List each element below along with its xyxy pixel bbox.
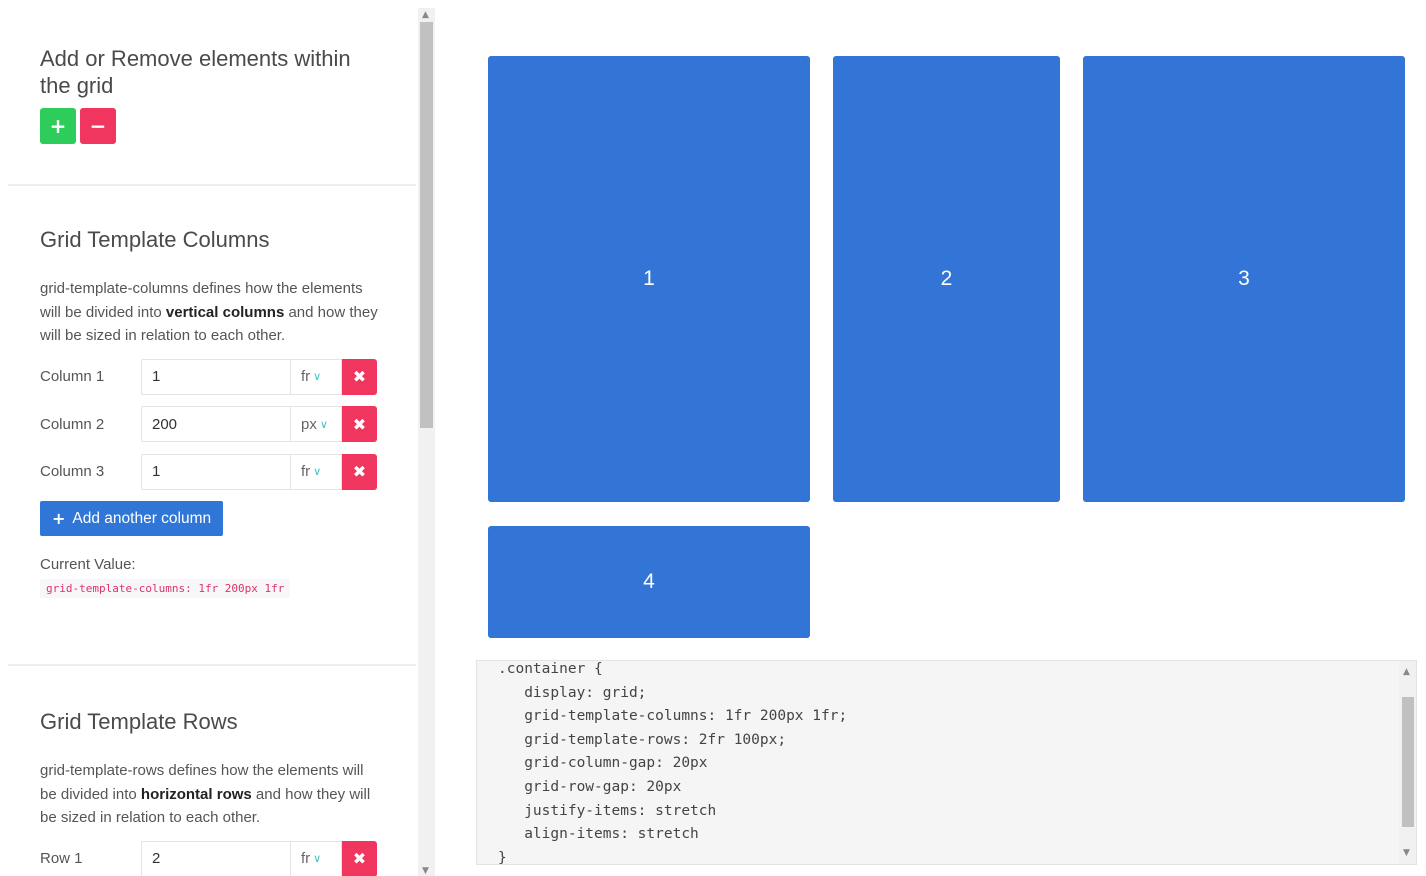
delete-column-button[interactable]: ✖	[342, 358, 377, 395]
scrollbar-thumb[interactable]	[420, 22, 433, 428]
column-label: Column 1	[40, 368, 105, 385]
grid-item: 1	[488, 56, 810, 502]
plus-icon: +	[52, 509, 66, 528]
rows-desc-bold: horizontal rows	[140, 785, 252, 803]
unit-value: px	[301, 415, 317, 433]
column-row: Column 2 px∨ ✖	[40, 406, 384, 442]
elements-section-title: Add or Remove elements within the grid	[40, 46, 351, 98]
chevron-down-icon: ∨	[313, 465, 322, 478]
row-label: Row 1	[40, 850, 83, 867]
elements-section: Add or Remove elements within the grid +…	[8, 8, 416, 184]
close-icon: ✖	[352, 849, 367, 868]
plus-icon: +	[49, 114, 67, 138]
settings-panel: Add or Remove elements within the grid +…	[8, 8, 416, 876]
grid-item: 4	[488, 526, 810, 638]
unit-value: fr	[301, 850, 311, 867]
column-unit-select[interactable]: fr ∨	[290, 358, 342, 395]
close-icon: ✖	[352, 367, 367, 386]
row-value-input[interactable]	[141, 840, 290, 876]
column-unit-select[interactable]: fr ∨	[290, 453, 342, 490]
css-code: .container { display: grid; grid-templat…	[477, 661, 1416, 865]
add-column-button[interactable]: + Add another column	[40, 501, 224, 536]
scroll-up-arrow-icon[interactable]: ▲	[422, 10, 429, 20]
minus-icon: −	[89, 114, 107, 138]
scrollbar-thumb[interactable]	[1402, 697, 1414, 827]
current-value-code: grid-template-columns: 1fr 200px 1fr	[40, 579, 291, 598]
row-unit-select[interactable]: fr ∨	[290, 840, 342, 876]
code-line: grid-template-columns: 1fr 200px 1fr;	[498, 708, 848, 725]
remove-element-button[interactable]: −	[80, 108, 116, 144]
column-row: Column 3 fr∨ ✖	[40, 453, 384, 490]
rows-section-title: Grid Template Rows	[40, 709, 238, 734]
add-column-label: Add another column	[72, 509, 212, 527]
close-icon: ✖	[352, 414, 367, 434]
unit-value: fr	[301, 463, 311, 480]
delete-column-button[interactable]: ✖	[342, 453, 377, 490]
columns-section: Grid Template Columns grid-template-colu…	[8, 186, 416, 664]
delete-row-button[interactable]: ✖	[342, 840, 377, 876]
code-line: grid-column-gap: 20px	[498, 755, 708, 772]
chevron-down-icon: ∨	[313, 852, 322, 865]
code-line: .container {	[498, 661, 603, 677]
code-line: align-items: stretch	[498, 826, 699, 843]
chevron-down-icon: ∨	[319, 417, 328, 431]
column-unit-select[interactable]: px ∨	[290, 406, 342, 442]
column-label: Column 2	[40, 415, 105, 433]
scroll-down-arrow-icon[interactable]: ▼	[422, 866, 429, 876]
grid-item: 3	[1083, 56, 1405, 502]
grid-preview: 1 2 3 4	[488, 56, 1405, 639]
code-line: justify-items: stretch	[498, 802, 717, 819]
grid-item: 2	[833, 56, 1060, 502]
unit-value: fr	[301, 368, 311, 385]
columns-list: Column 1 fr∨ ✖ Column 2 px∨ ✖ Column 3	[40, 358, 384, 490]
column-label: Column 3	[40, 463, 105, 480]
rows-list: Row 1 fr∨ ✖	[40, 840, 384, 876]
code-line: grid-row-gap: 20px	[498, 778, 682, 795]
left-panel-scrollbar[interactable]: ▲ ▼	[418, 8, 435, 876]
close-icon: ✖	[352, 462, 367, 481]
columns-description: grid-template-columns defines how the el…	[40, 277, 380, 348]
row-row: Row 1 fr∨ ✖	[40, 840, 384, 876]
column-value-input[interactable]	[141, 406, 290, 442]
code-line: grid-template-rows: 2fr 100px;	[498, 731, 787, 748]
code-line: }	[498, 849, 507, 865]
column-value-input[interactable]	[141, 358, 290, 395]
add-element-button[interactable]: +	[40, 108, 76, 144]
delete-column-button[interactable]: ✖	[342, 406, 377, 442]
scroll-down-arrow-icon[interactable]: ▼	[1403, 848, 1410, 858]
chevron-down-icon: ∨	[313, 370, 322, 383]
current-value-block: Current Value: grid-template-columns: 1f…	[40, 556, 384, 598]
rows-section: Grid Template Rows grid-template-rows de…	[8, 666, 416, 876]
columns-section-title: Grid Template Columns	[40, 227, 270, 252]
scroll-up-arrow-icon[interactable]: ▲	[1403, 667, 1410, 677]
rows-description: grid-template-rows defines how the eleme…	[40, 759, 380, 830]
column-value-input[interactable]	[141, 453, 290, 490]
column-row: Column 1 fr∨ ✖	[40, 358, 384, 395]
css-code-panel[interactable]: .container { display: grid; grid-templat…	[476, 660, 1417, 865]
current-value-label: Current Value:	[40, 556, 136, 573]
code-panel-scrollbar[interactable]: ▲ ▼	[1399, 661, 1416, 864]
code-line: display: grid;	[498, 684, 647, 701]
columns-desc-bold: vertical columns	[165, 303, 285, 321]
